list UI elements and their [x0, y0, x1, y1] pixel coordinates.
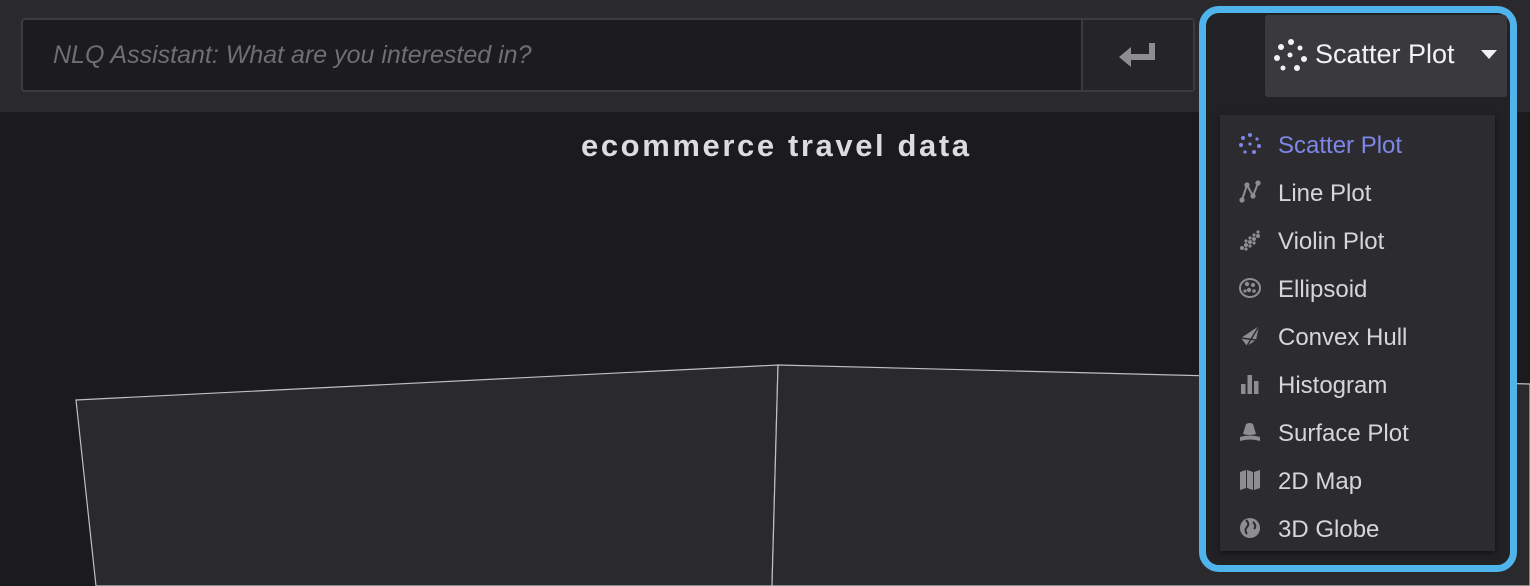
menu-item-convex-hull[interactable]: Convex Hull — [1220, 312, 1495, 360]
plot-type-menu: Scatter Plot Line Plot Violin Plot Ellip… — [1220, 115, 1495, 551]
convex-hull-icon — [1240, 325, 1260, 347]
map-2d-icon — [1240, 470, 1260, 490]
menu-item-scatter-plot[interactable]: Scatter Plot — [1220, 120, 1495, 168]
menu-item-label: Convex Hull — [1278, 324, 1408, 351]
enter-return-icon — [1119, 43, 1155, 67]
menu-item-label: 3D Globe — [1278, 516, 1380, 543]
line-plot-icon — [1239, 180, 1261, 203]
plot-wall-left — [75, 364, 779, 586]
menu-item-line-plot[interactable]: Line Plot — [1220, 168, 1495, 216]
globe-3d-icon — [1240, 518, 1260, 538]
ellipsoid-icon — [1239, 278, 1261, 298]
violin-plot-icon — [1240, 230, 1260, 251]
nlq-search-box — [21, 18, 1195, 92]
chevron-down-icon — [1481, 50, 1497, 59]
app-window: ecommerce travel data Scatter Plot — [0, 0, 1530, 586]
submit-query-button[interactable] — [1081, 20, 1193, 90]
selected-plot-type-label: Scatter Plot — [1315, 39, 1455, 69]
scatter-plot-icon — [1239, 133, 1261, 154]
scatter-plot-icon — [1274, 39, 1307, 71]
nlq-search-input[interactable] — [23, 20, 1081, 90]
menu-item-label: Histogram — [1278, 372, 1388, 399]
plot-type-select[interactable]: Scatter Plot — [1265, 15, 1507, 97]
menu-item-label: Ellipsoid — [1278, 276, 1368, 303]
menu-item-label: Scatter Plot — [1278, 132, 1403, 159]
menu-item-label: Surface Plot — [1278, 420, 1409, 447]
surface-plot-icon — [1240, 423, 1260, 441]
menu-item-label: Line Plot — [1278, 180, 1372, 207]
menu-item-violin-plot[interactable]: Violin Plot — [1220, 216, 1495, 264]
menu-item-3d-globe[interactable]: 3D Globe — [1220, 504, 1495, 552]
menu-item-label: Violin Plot — [1278, 228, 1385, 255]
menu-item-histogram[interactable]: Histogram — [1220, 360, 1495, 408]
menu-item-2d-map[interactable]: 2D Map — [1220, 456, 1495, 504]
menu-item-label: 2D Map — [1278, 468, 1363, 495]
menu-item-surface-plot[interactable]: Surface Plot — [1220, 408, 1495, 456]
menu-item-ellipsoid[interactable]: Ellipsoid — [1220, 264, 1495, 312]
histogram-icon — [1241, 375, 1259, 394]
